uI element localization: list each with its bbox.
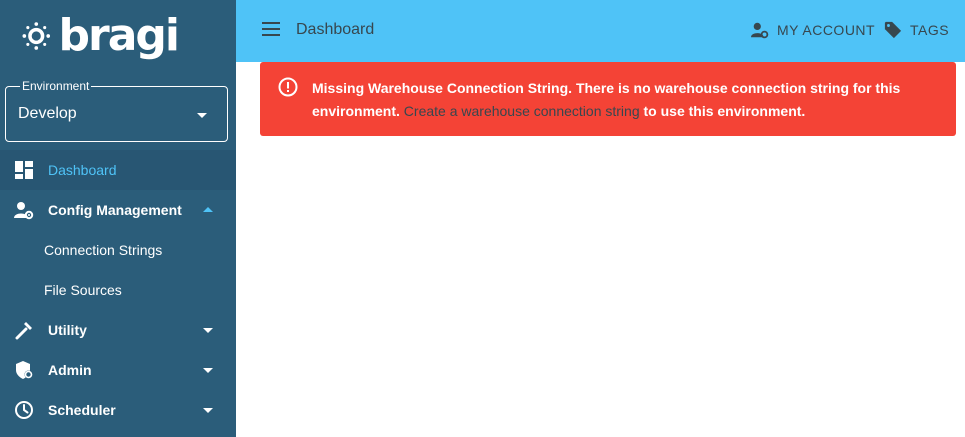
logo-radiating-circle-icon [22, 22, 51, 50]
sidebar-item-config-management[interactable]: Config Management [0, 190, 236, 230]
sidebar: bragi Environment Develop Dashboard Conf… [0, 0, 236, 437]
sidebar-item-scheduler[interactable]: Scheduler [0, 390, 236, 430]
user-gear-icon [751, 22, 769, 39]
error-outline-icon [278, 77, 298, 97]
sidebar-item-label: Scheduler [48, 402, 116, 418]
chevron-down-icon [203, 408, 213, 413]
error-alert: Missing Warehouse Connection String. The… [260, 62, 956, 136]
sidebar-item-dashboard[interactable]: Dashboard [0, 150, 236, 190]
chevron-down-icon [203, 368, 213, 373]
dashboard-icon [15, 161, 33, 179]
alert-tail-text: to use this environment. [643, 103, 806, 119]
sidebar-item-label: Utility [48, 322, 87, 338]
bragi-logo[interactable]: bragi [18, 8, 180, 64]
sidebar-item-label: Connection Strings [44, 242, 163, 258]
tags-button[interactable]: TAGS [884, 19, 949, 41]
shield-icon [16, 361, 33, 379]
sidebar-item-label: Dashboard [48, 162, 117, 178]
alert-message: Missing Warehouse Connection String. The… [312, 77, 942, 123]
brand-name: bragi [58, 10, 180, 61]
my-account-button[interactable]: MY ACCOUNT [751, 19, 875, 41]
sidebar-item-admin[interactable]: Admin [0, 350, 236, 390]
environment-label: Environment [20, 79, 92, 93]
page-title: Dashboard [296, 21, 375, 38]
create-connection-string-link[interactable]: Create a warehouse connection string [404, 103, 640, 119]
clock-icon [15, 401, 33, 419]
my-account-label: MY ACCOUNT [777, 22, 876, 38]
hamburger-menu-icon[interactable] [262, 22, 280, 36]
wrench-icon [15, 322, 32, 340]
chevron-down-icon [203, 328, 213, 333]
chevron-down-icon [197, 113, 207, 118]
sidebar-subitem-connection-strings[interactable]: Connection Strings [0, 230, 236, 270]
user-gear-icon [14, 202, 34, 220]
sidebar-item-label: Admin [48, 362, 92, 378]
chevron-up-icon [203, 207, 213, 212]
sidebar-nav: Dashboard Config Management Connection S… [0, 150, 236, 430]
sidebar-item-label: Config Management [48, 202, 182, 218]
sidebar-item-utility[interactable]: Utility [0, 310, 236, 350]
tag-icon [884, 21, 902, 39]
sidebar-item-label: File Sources [44, 282, 122, 298]
top-app-bar: Dashboard MY ACCOUNT TAGS [236, 0, 965, 62]
environment-value: Develop [18, 105, 77, 122]
tags-label: TAGS [910, 22, 950, 38]
environment-select[interactable]: Environment Develop [5, 79, 228, 142]
sidebar-subitem-file-sources[interactable]: File Sources [0, 270, 236, 310]
